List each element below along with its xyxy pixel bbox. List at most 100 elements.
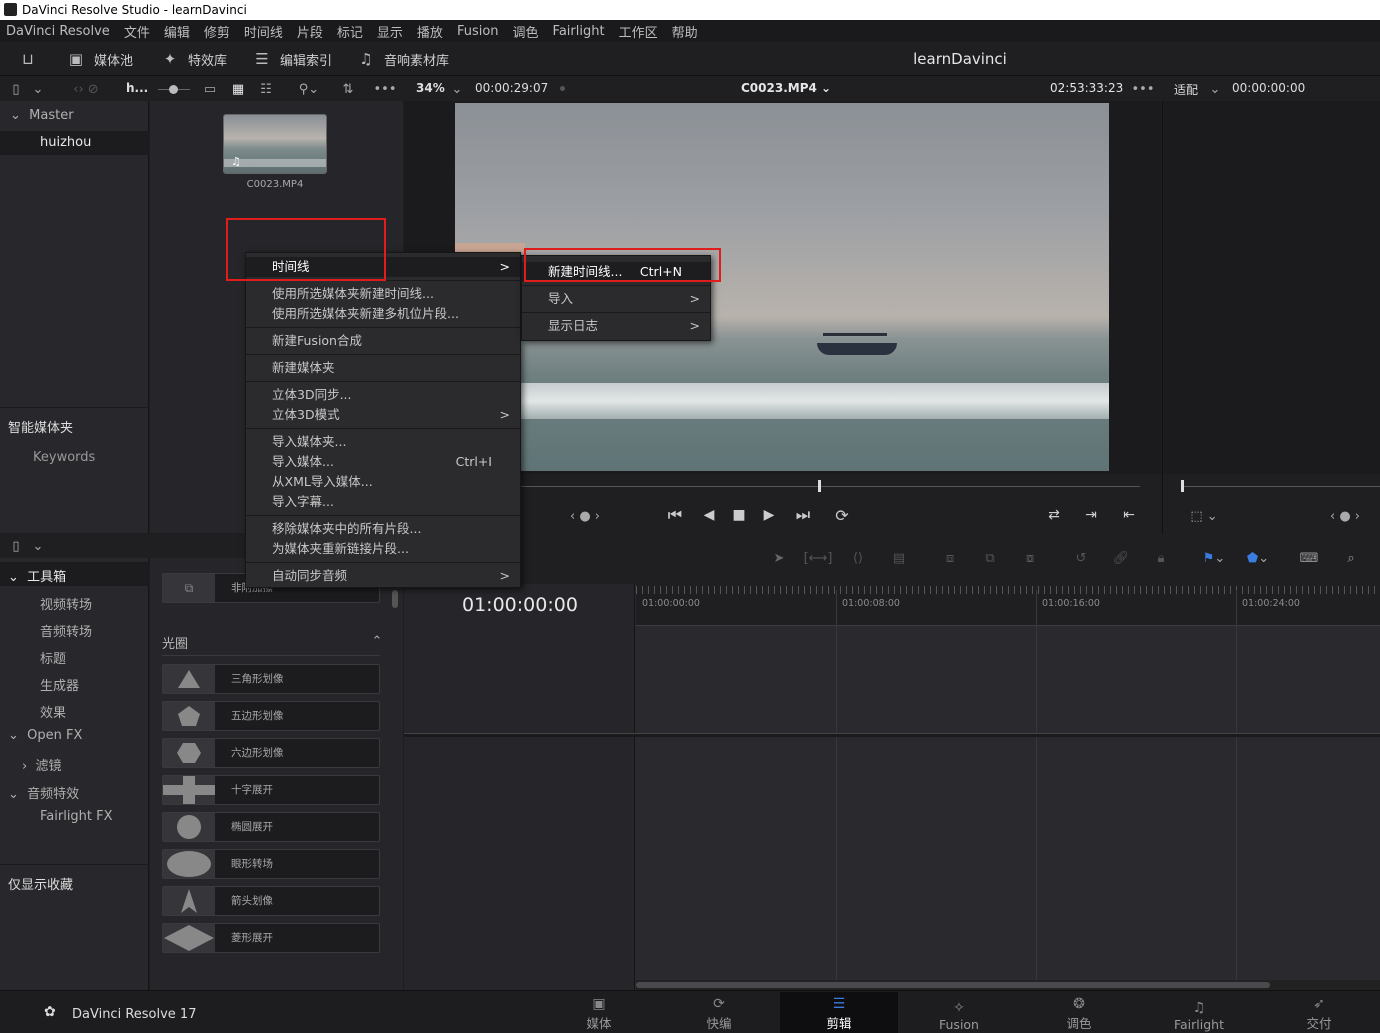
mark-in-icon[interactable]: ⇤: [1118, 504, 1140, 526]
menu-item-new-fusion-comp[interactable]: 新建Fusion合成: [246, 331, 520, 351]
menu-item-new-bin[interactable]: 新建媒体夹: [246, 358, 520, 378]
effect-hexagon-iris[interactable]: 六边形划像: [162, 738, 380, 768]
filmstrip-view-icon[interactable]: ▭: [200, 79, 220, 99]
video-transitions-item[interactable]: 视频转场: [40, 594, 92, 613]
tab-media[interactable]: ▣ 媒体: [540, 992, 658, 1033]
titles-item[interactable]: 标题: [40, 648, 66, 667]
stop-icon[interactable]: ■: [728, 504, 750, 526]
search-icon[interactable]: ⚲⌄: [294, 79, 324, 99]
effects-scrollbar[interactable]: [392, 590, 398, 608]
clip-thumbnail[interactable]: ♫: [223, 114, 327, 174]
timeline-scrollbar[interactable]: [636, 982, 1270, 988]
playhead-handle[interactable]: [818, 480, 821, 492]
master-bin[interactable]: ⌄ Master: [10, 108, 74, 123]
insert-clip-icon[interactable]: ⧈: [934, 548, 966, 568]
collapse-icon[interactable]: ⌃: [370, 633, 384, 649]
trim-tool-icon[interactable]: [⟷]: [804, 548, 833, 568]
keywords-bin[interactable]: Keywords: [33, 450, 95, 465]
clip-name-dropdown[interactable]: C0023.MP4 ⌄: [741, 81, 831, 95]
zoom-full-icon[interactable]: ⌨: [1294, 548, 1324, 568]
effect-eye-iris[interactable]: 眼形转场: [162, 849, 380, 879]
layout-toggle-button[interactable]: ⊔: [18, 42, 46, 76]
menu-davinci[interactable]: DaVinci Resolve: [6, 24, 110, 39]
zoom-slider-handle[interactable]: [169, 85, 178, 94]
chevron-down-icon[interactable]: ⌄: [30, 79, 46, 99]
play-icon[interactable]: ▶: [758, 504, 780, 526]
snapping-icon[interactable]: ↺: [1070, 548, 1092, 568]
menu-edit[interactable]: 编辑: [164, 22, 190, 41]
more-options-icon[interactable]: •••: [374, 79, 397, 99]
menu-view[interactable]: 显示: [377, 22, 403, 41]
selection-tool-icon[interactable]: ➤: [770, 548, 788, 568]
menu-fairlight[interactable]: Fairlight: [553, 24, 605, 39]
timeline-jog-icon[interactable]: ‹ ● ›: [1320, 506, 1370, 526]
media-pool-button[interactable]: ▣ 媒体池: [66, 42, 133, 76]
menu-item-remove-clips[interactable]: 移除媒体夹中的所有片段...: [246, 519, 520, 539]
menu-item-new-multicam[interactable]: 使用所选媒体夹新建多机位片段...: [246, 304, 520, 324]
menu-item-new-timeline[interactable]: 新建时间线... Ctrl+N: [522, 262, 710, 282]
effects-item[interactable]: 效果: [40, 702, 66, 721]
favorites-toggle[interactable]: 仅显示收藏: [8, 874, 73, 893]
menu-item-import-xml[interactable]: 从XML导入媒体...: [246, 472, 520, 492]
effects-library-button[interactable]: ✦ 特效库: [160, 42, 227, 76]
effect-cross-iris[interactable]: 十字展开: [162, 775, 380, 805]
play-reverse-icon[interactable]: ◀: [698, 504, 720, 526]
link-icon[interactable]: 🔗︎: [1110, 548, 1132, 568]
menu-help[interactable]: 帮助: [672, 22, 698, 41]
effects-panel-toggle-icon[interactable]: ▯: [6, 536, 26, 556]
scrub-bar[interactable]: [520, 486, 1140, 487]
openfx-item[interactable]: ⌄ Open FX: [8, 728, 82, 743]
menu-workspace[interactable]: 工作区: [619, 22, 658, 41]
fairlight-fx-item[interactable]: Fairlight FX: [40, 809, 113, 824]
menu-item-import-media[interactable]: 导入媒体... Ctrl+I: [246, 452, 520, 472]
viewer-options-icon[interactable]: •••: [1132, 79, 1155, 99]
lock-icon[interactable]: 🔒︎: [1150, 548, 1172, 568]
marker-icon[interactable]: ⬟ ⌄: [1240, 548, 1276, 568]
menu-item-import[interactable]: 导入 >: [522, 289, 710, 309]
effect-oval-iris[interactable]: 椭圆展开: [162, 812, 380, 842]
generators-item[interactable]: 生成器: [40, 675, 79, 694]
tab-fusion[interactable]: ✧ Fusion: [900, 992, 1018, 1033]
menu-item-timeline[interactable]: 时间线 >: [246, 257, 520, 277]
fit-chevron-icon[interactable]: ⌄: [1208, 79, 1222, 99]
menu-item-stereo-sync[interactable]: 立体3D同步...: [246, 385, 520, 405]
go-to-end-icon[interactable]: ⏭: [790, 504, 816, 526]
tab-edit[interactable]: ☰ 剪辑: [780, 992, 898, 1033]
replace-clip-icon[interactable]: ⧇: [1014, 548, 1046, 568]
blade-tool-icon[interactable]: ▤: [886, 548, 912, 568]
filters-item[interactable]: › 滤镜: [22, 755, 61, 774]
menu-mark[interactable]: 标记: [337, 22, 363, 41]
panel-toggle-icon[interactable]: ▯: [6, 79, 26, 99]
transform-icon[interactable]: ⬚ ⌄: [1184, 506, 1224, 526]
tab-fairlight[interactable]: ♫ Fairlight: [1140, 992, 1258, 1033]
sort-icon[interactable]: ⇅: [338, 79, 358, 99]
sound-library-button[interactable]: ♫ 音响素材库: [356, 42, 449, 76]
jog-control-icon[interactable]: ‹ ● ›: [560, 506, 610, 526]
loop-icon[interactable]: ⟳: [830, 504, 854, 526]
audio-transitions-item[interactable]: 音频转场: [40, 621, 92, 640]
bin-path-field[interactable]: h...: [126, 81, 148, 95]
effect-diamond-iris[interactable]: 菱形展开: [162, 923, 380, 953]
menu-item-auto-sync-audio[interactable]: 自动同步音频 >: [246, 566, 520, 586]
video-audio-divider[interactable]: [404, 733, 1380, 737]
menu-clip[interactable]: 片段: [297, 22, 323, 41]
fit-dropdown[interactable]: 适配: [1174, 81, 1198, 98]
zoom-detail-icon[interactable]: ⌕: [1336, 548, 1366, 568]
go-to-start-icon[interactable]: ⏮: [662, 504, 688, 526]
flag-icon[interactable]: ⚑ ⌄: [1196, 548, 1232, 568]
effect-triangle-iris[interactable]: 三角形划像: [162, 664, 380, 694]
bin-huizhou[interactable]: huizhou: [40, 135, 91, 150]
chevron-down-icon[interactable]: ⌄: [30, 536, 46, 556]
menu-timeline[interactable]: 时间线: [244, 22, 283, 41]
tab-color[interactable]: ❂ 调色: [1020, 992, 1138, 1033]
menu-item-stereo-mode[interactable]: 立体3D模式 >: [246, 405, 520, 425]
menu-fusion[interactable]: Fusion: [457, 24, 499, 39]
effect-pentagon-iris[interactable]: 五边形划像: [162, 701, 380, 731]
zoom-chevron-icon[interactable]: ⌄: [450, 79, 464, 99]
audio-fx-item[interactable]: ⌄ 音频特效: [8, 783, 79, 802]
list-view-icon[interactable]: ☷: [256, 79, 276, 99]
menu-item-import-subtitle[interactable]: 导入字幕...: [246, 492, 520, 512]
edit-index-button[interactable]: ☰ 编辑索引: [252, 42, 332, 76]
grid-view-icon[interactable]: ▦: [228, 79, 248, 99]
mark-out-icon[interactable]: ⇥: [1080, 504, 1102, 526]
